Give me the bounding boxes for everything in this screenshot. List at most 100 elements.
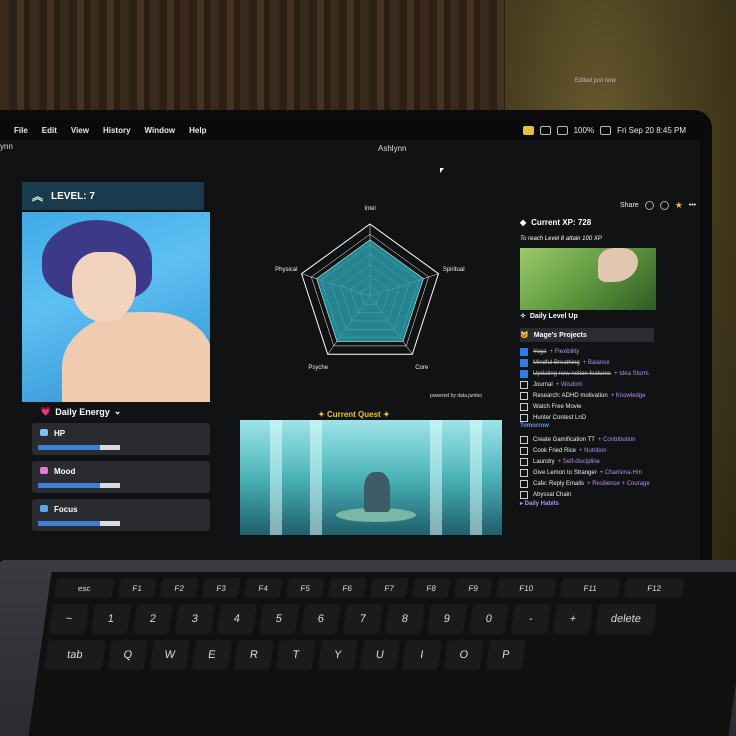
key-f11[interactable]: F11 xyxy=(559,578,621,598)
app-icon[interactable] xyxy=(522,125,534,135)
heart-icon: 💗 xyxy=(40,406,52,416)
key-f1[interactable]: F1 xyxy=(117,578,157,598)
todo-item[interactable]: Give Lemon to Stranger + Charisma-Hm xyxy=(520,467,670,478)
checkbox[interactable] xyxy=(520,413,528,422)
daily-habits-toggle[interactable]: ▸ Daily Habits xyxy=(520,500,670,507)
menu-history[interactable]: History xyxy=(103,126,131,135)
key-1[interactable]: 1 xyxy=(90,604,132,634)
key-i[interactable]: I xyxy=(401,640,442,670)
key-delete[interactable]: delete xyxy=(594,604,658,634)
key-7[interactable]: 7 xyxy=(342,604,384,634)
edited-status: Edited just now xyxy=(575,78,616,84)
stat-label: Mood xyxy=(54,467,76,476)
todo-text: Research: ADHD motivation xyxy=(533,392,608,399)
checkbox[interactable] xyxy=(520,457,528,466)
checkbox[interactable] xyxy=(520,490,528,499)
key-y[interactable]: Y xyxy=(317,640,358,670)
key-2[interactable]: 2 xyxy=(132,604,174,634)
battery-level[interactable]: 100% xyxy=(574,126,594,135)
todo-tag: + Resilience + Courage xyxy=(587,480,650,487)
key-q[interactable]: Q xyxy=(107,640,148,670)
checkbox[interactable] xyxy=(520,479,528,488)
menu-help[interactable]: Help xyxy=(189,126,206,135)
share-button[interactable]: Share xyxy=(620,202,639,209)
more-icon[interactable]: ••• xyxy=(689,202,696,209)
todo-item[interactable]: Watch Free Movie xyxy=(520,401,670,412)
key-4[interactable]: 4 xyxy=(216,604,258,634)
clock[interactable]: Fri Sep 20 8:45 PM xyxy=(617,126,686,135)
key-f4[interactable]: F4 xyxy=(243,578,283,598)
key-f8[interactable]: F8 xyxy=(411,578,451,598)
todo-item[interactable]: Laundry + Self-discipline xyxy=(520,456,670,467)
key-f7[interactable]: F7 xyxy=(369,578,409,598)
checkbox[interactable] xyxy=(520,435,528,444)
checkbox[interactable] xyxy=(520,380,528,389)
stat-fill xyxy=(38,521,100,526)
checkbox[interactable] xyxy=(520,402,528,411)
todo-item[interactable]: Abyssal Chain xyxy=(520,489,670,500)
todo-item[interactable]: Mindful Breathing + Balance xyxy=(520,357,670,368)
key-f2[interactable]: F2 xyxy=(159,578,199,598)
todo-item[interactable]: Research: ADHD motivation + Knowledge xyxy=(520,390,670,401)
number-key-row: ~1 2 3 4 5 6 7 8 9 0- + delete xyxy=(48,604,736,634)
comment-icon[interactable] xyxy=(644,201,654,210)
key-f6[interactable]: F6 xyxy=(327,578,367,598)
key-o[interactable]: O xyxy=(443,640,484,670)
key-e[interactable]: E xyxy=(191,640,232,670)
todo-text: Watch Free Movie xyxy=(533,403,582,410)
quest-image xyxy=(240,420,502,535)
todo-item[interactable]: Create Gamification TT + Contribution xyxy=(520,434,670,445)
checkbox[interactable] xyxy=(520,391,528,400)
level-header: ︽ LEVEL: 7 xyxy=(22,182,204,210)
key-t[interactable]: T xyxy=(275,640,316,670)
star-icon[interactable]: ★ xyxy=(675,200,683,211)
daily-energy-header[interactable]: 💗 Daily Energy ⌄ xyxy=(40,406,121,417)
key-[interactable]: ~ xyxy=(48,604,90,634)
todo-item[interactable]: Hunter Contest LnD xyxy=(520,412,670,423)
todo-item[interactable]: Cafe: Reply Emails + Resilience + Courage xyxy=(520,478,670,489)
checkbox[interactable] xyxy=(520,358,528,367)
tray-icon[interactable] xyxy=(556,125,568,135)
level-label: LEVEL: 7 xyxy=(51,190,95,202)
menu-view[interactable]: View xyxy=(71,126,89,135)
key-8[interactable]: 8 xyxy=(384,604,426,634)
powered-by[interactable]: powered by data.jumbo xyxy=(430,393,482,399)
wifi-icon[interactable] xyxy=(600,125,612,135)
menu-file[interactable]: File xyxy=(14,126,28,135)
tray-icon[interactable] xyxy=(539,125,551,135)
todo-item[interactable]: Updating new notion features + Idea Storm xyxy=(520,368,670,379)
stat-bar xyxy=(38,483,120,488)
checkbox[interactable] xyxy=(520,446,528,455)
key-6[interactable]: 6 xyxy=(300,604,342,634)
key-r[interactable]: R xyxy=(233,640,274,670)
key-9[interactable]: 9 xyxy=(426,604,468,634)
key-f10[interactable]: F10 xyxy=(495,578,557,598)
todo-item[interactable]: Yoga + Flexibility xyxy=(520,346,670,357)
key-[interactable]: - xyxy=(510,604,552,634)
key-[interactable]: + xyxy=(552,604,594,634)
key-esc[interactable]: esc xyxy=(53,578,115,598)
todo-text: Hunter Contest LnD xyxy=(533,414,587,421)
checkbox[interactable] xyxy=(520,468,528,477)
menu-edit[interactable]: Edit xyxy=(42,126,57,135)
menu-window[interactable]: Window xyxy=(145,126,176,135)
key-0[interactable]: 0 xyxy=(468,604,510,634)
current-quest-header: ✦ Current Quest ✦ xyxy=(318,410,390,419)
key-5[interactable]: 5 xyxy=(258,604,300,634)
xp-icon: ◆ xyxy=(520,217,527,227)
key-tab[interactable]: tab xyxy=(43,640,106,670)
key-3[interactable]: 3 xyxy=(174,604,216,634)
key-p[interactable]: P xyxy=(485,640,526,670)
daily-level-up[interactable]: ✧ Daily Level Up xyxy=(520,312,578,321)
key-f12[interactable]: F12 xyxy=(623,578,685,598)
checkbox[interactable] xyxy=(520,369,528,378)
key-w[interactable]: W xyxy=(149,640,190,670)
key-u[interactable]: U xyxy=(359,640,400,670)
clock-icon[interactable] xyxy=(659,201,669,210)
key-f9[interactable]: F9 xyxy=(453,578,493,598)
todo-item[interactable]: Cook Fried Rice + Nutrition xyxy=(520,445,670,456)
todo-item[interactable]: Journal + Wisdom xyxy=(520,379,670,390)
key-f5[interactable]: F5 xyxy=(285,578,325,598)
key-f3[interactable]: F3 xyxy=(201,578,241,598)
checkbox[interactable] xyxy=(520,347,528,356)
